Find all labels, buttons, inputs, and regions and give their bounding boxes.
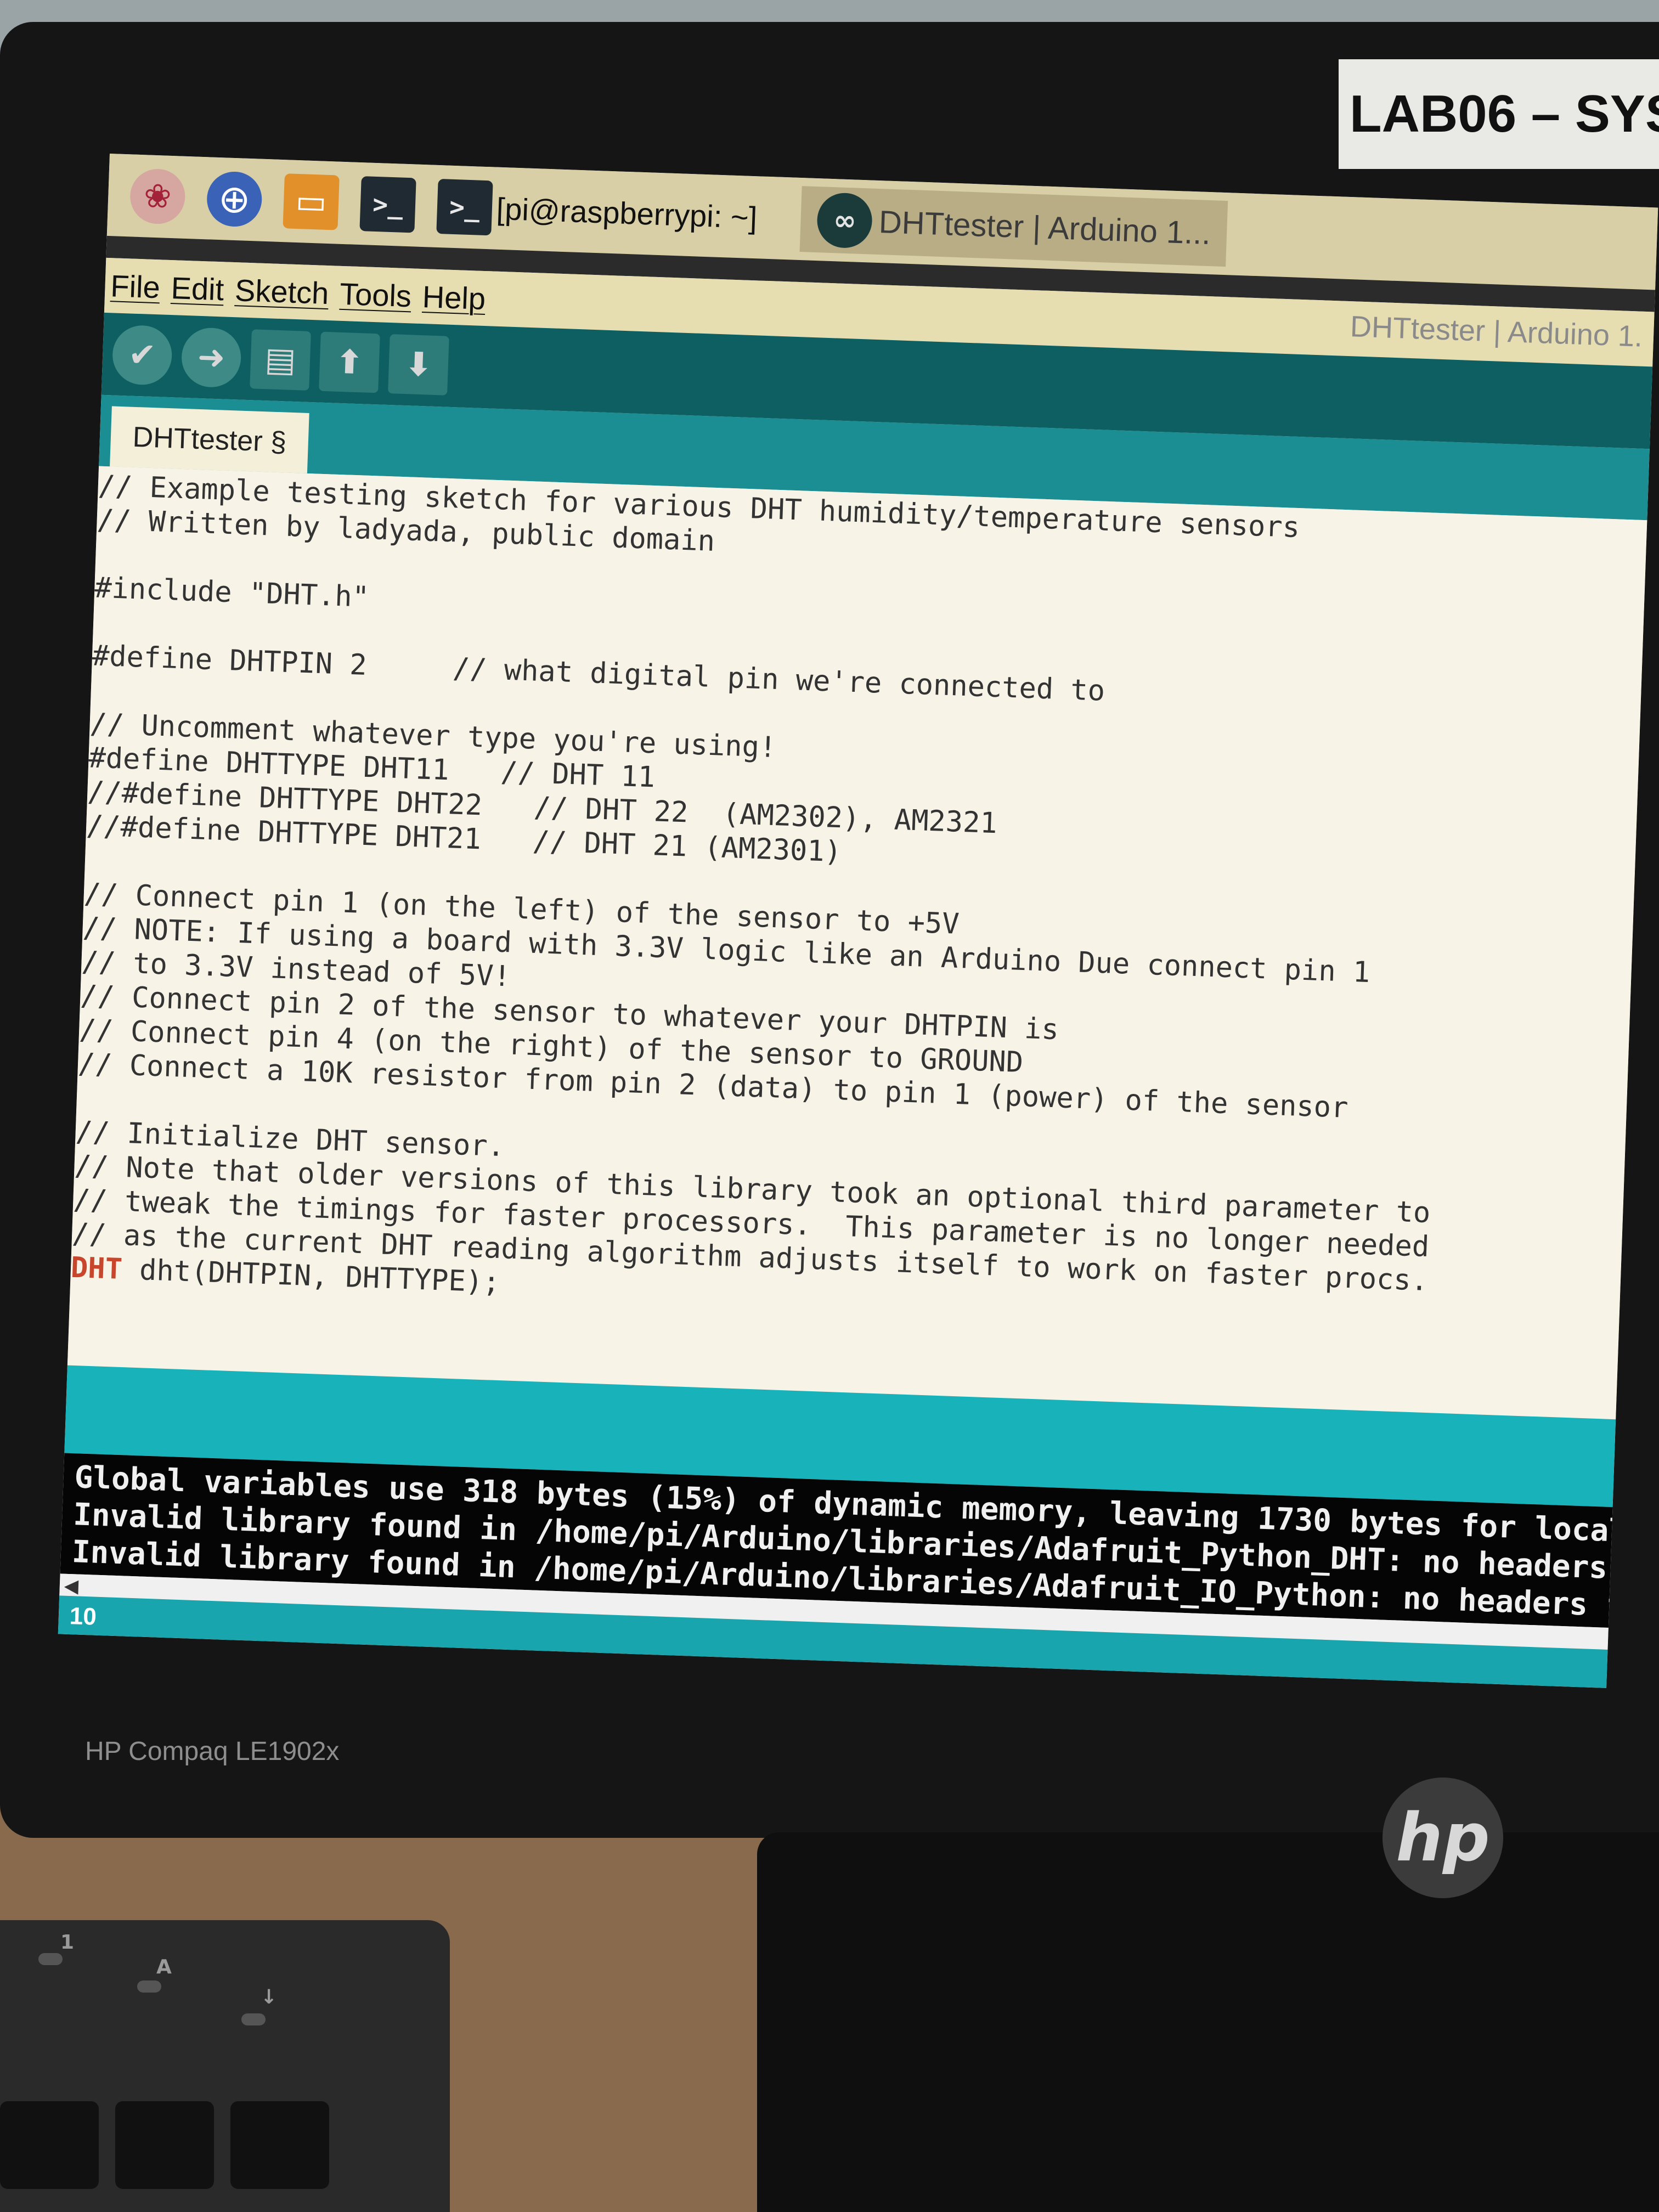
keyboard-led-label: 1 xyxy=(60,1931,75,1954)
lab-sticker-label: LAB06 – SYS xyxy=(1339,59,1659,169)
terminal-icon[interactable]: >_ xyxy=(359,176,416,233)
keyboard-led xyxy=(38,1953,63,1965)
keyboard-led xyxy=(241,2013,266,2025)
taskbar-task-arduino[interactable]: ∞ DHTtester | Arduino 1... xyxy=(800,186,1228,267)
verify-button[interactable]: ✔ xyxy=(111,324,173,386)
upload-button[interactable]: ➜ xyxy=(180,326,242,388)
new-sketch-button[interactable]: ▤ xyxy=(250,329,311,391)
keyboard: 1 A ↓ xyxy=(0,1920,450,2212)
keyboard-led-label: A xyxy=(156,1956,172,1978)
keyboard-key[interactable] xyxy=(115,2101,214,2189)
save-sketch-button[interactable]: ⬇ xyxy=(388,334,449,396)
arrow-up-icon: ⬆ xyxy=(335,342,364,382)
raspberry-icon[interactable]: ❀ xyxy=(129,168,187,225)
arrow-down-icon: ⬇ xyxy=(404,345,433,385)
keyboard-led-label: ↓ xyxy=(261,1986,278,2008)
globe-icon[interactable]: ⊕ xyxy=(206,171,263,228)
arduino-infinity-icon: ∞ xyxy=(816,192,873,249)
menu-tools[interactable]: Tools xyxy=(339,275,412,314)
monitor-model-label: HP Compaq LE1902x xyxy=(85,1737,340,1766)
screen: ❀ ⊕ ▭ >_ >_ [pi@raspberrypi: ~] ∞ DHTtes… xyxy=(58,154,1658,1688)
code-type-keyword: DHT xyxy=(70,1251,123,1286)
menu-file[interactable]: File xyxy=(110,268,161,305)
check-icon: ✔ xyxy=(127,335,157,375)
keyboard-led xyxy=(137,1980,161,1993)
keyboard-key[interactable] xyxy=(230,2101,329,2189)
menu-help[interactable]: Help xyxy=(422,279,486,317)
taskbar-task-terminal[interactable]: >_ [pi@raspberrypi: ~] xyxy=(436,176,758,247)
open-sketch-button[interactable]: ⬆ xyxy=(319,331,380,393)
taskbar-task-label: [pi@raspberrypi: ~] xyxy=(495,191,758,235)
code-editor[interactable]: // Example testing sketch for various DH… xyxy=(67,466,1647,1420)
code-line: #include "DHT.h" xyxy=(94,571,370,614)
taskbar-task-label: DHTtester | Arduino 1... xyxy=(878,204,1211,251)
tab-dhttester[interactable]: DHTtester § xyxy=(110,406,309,473)
arrow-right-icon: ➜ xyxy=(196,337,226,377)
hp-logo: hp xyxy=(1383,1778,1503,1898)
line-number: 10 xyxy=(69,1602,97,1630)
folder-icon[interactable]: ▭ xyxy=(283,173,340,230)
keyboard-key[interactable] xyxy=(0,2101,99,2189)
terminal-icon: >_ xyxy=(436,178,493,236)
monitor-stand xyxy=(757,1832,1659,2212)
code-line: #define DHTPIN 2 // what digital pin we'… xyxy=(91,639,1106,708)
menu-edit[interactable]: Edit xyxy=(171,270,225,307)
menu-sketch[interactable]: Sketch xyxy=(234,272,329,311)
scroll-left-icon[interactable]: ◀ xyxy=(64,1575,79,1598)
file-icon: ▤ xyxy=(264,340,297,380)
